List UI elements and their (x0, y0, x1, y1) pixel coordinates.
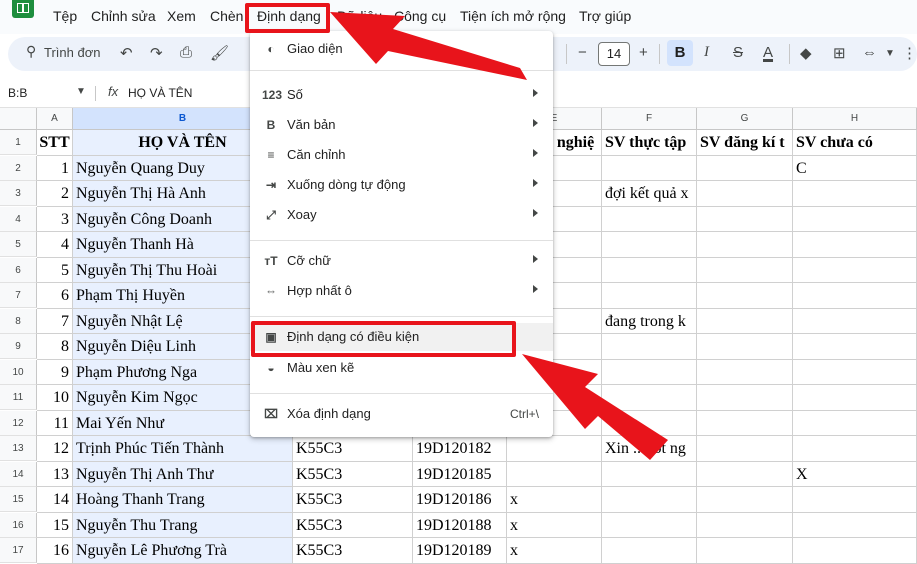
red-arrow-top (330, 12, 527, 80)
red-arrow-bottom (522, 354, 668, 460)
annotation-arrows (330, 12, 668, 460)
